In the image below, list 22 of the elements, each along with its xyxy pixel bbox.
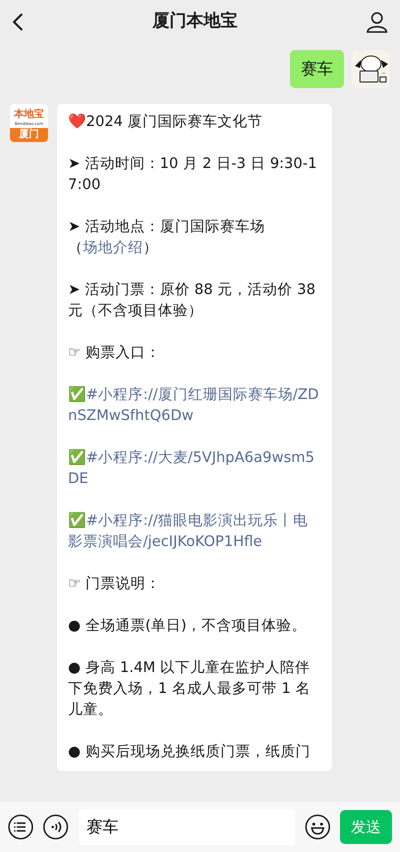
message-bubble: 赛车 <box>290 50 344 88</box>
chat-title: 厦门本地宝 <box>152 10 238 34</box>
voice-icon[interactable] <box>43 814 69 840</box>
message-paragraph: ➤ 活动门票：原价 88 元，活动价 38 元（不含项目体验） <box>68 280 316 321</box>
message-input[interactable]: 赛车 <box>78 809 295 845</box>
link[interactable]: 场地介绍 <box>83 240 143 256</box>
message-paragraph: ➤ 活动地点：厦门国际赛车场（场地介绍） <box>68 218 266 258</box>
link[interactable]: ✅#小程序://猫眼电影演出玩乐丨电影票演唱会/jecIJKoKOP1Hfle <box>68 511 321 553</box>
message-paragraph: ● 身高 1.4M 以下儿童在监护人陪伴下免费入场，1 名成人最多可带 1 名儿童。 <box>68 658 312 720</box>
menu-icon[interactable] <box>8 814 34 840</box>
message-paragraph: ❤2024 厦门国际赛车文化节 <box>68 112 264 132</box>
profile-icon[interactable] <box>366 11 388 33</box>
message-paragraph: ☞ 购票入口： <box>68 344 162 363</box>
message-paragraph: ➤ 活动时间：10 月 2 日-3 日 9:30-17:00 <box>68 155 318 195</box>
emoji-icon[interactable] <box>304 814 330 840</box>
avatar-drawing[interactable] <box>352 50 390 88</box>
message-paragraph: ● 全场通票(单日)，不含项目体验。 <box>68 617 308 636</box>
back-icon[interactable] <box>12 12 24 32</box>
link[interactable]: ✅#小程序://厦门红珊国际赛车场/ZDnSZMwSfhtQ6Dw <box>68 385 321 427</box>
message-paragraph: ● 购买后现场兑换纸质门票，纸质门 <box>68 742 312 762</box>
link[interactable]: ✅#小程序://大麦/5VJhpA6a9wsm5DE <box>68 448 321 490</box>
message-paragraph: ☞ 门票说明： <box>68 574 162 594</box>
